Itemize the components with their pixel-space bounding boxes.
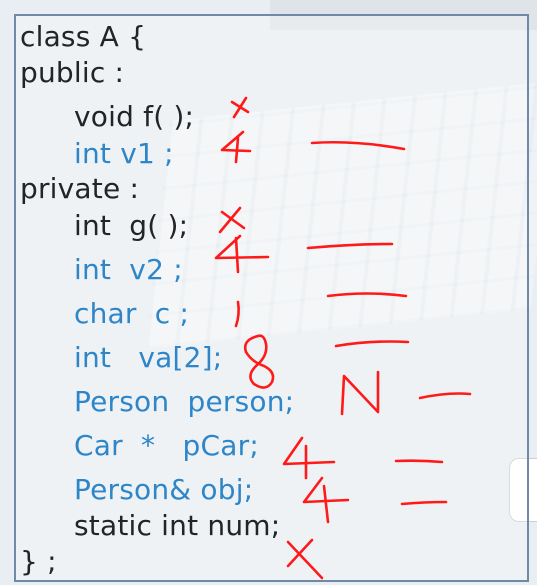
ink-x-mark (218, 206, 246, 234)
ink-x-mark (286, 538, 324, 580)
ink-digit-1 (234, 300, 240, 328)
ink-dash (334, 340, 410, 348)
ink-digit-4 (214, 234, 270, 274)
ink-dash (394, 459, 444, 464)
ink-digit-4 (220, 130, 252, 164)
ink-letter-n (340, 370, 380, 416)
ink-digit-4 (282, 436, 336, 480)
ink-dash (310, 140, 406, 151)
ink-dash (418, 392, 472, 400)
ink-dash (400, 500, 448, 506)
handwritten-annotations (214, 96, 472, 580)
ink-dash (326, 292, 408, 298)
ink-x-mark (230, 96, 250, 119)
ink-digit-8 (243, 334, 275, 389)
ink-dash (306, 242, 394, 250)
ink-digit-4 (302, 476, 350, 524)
